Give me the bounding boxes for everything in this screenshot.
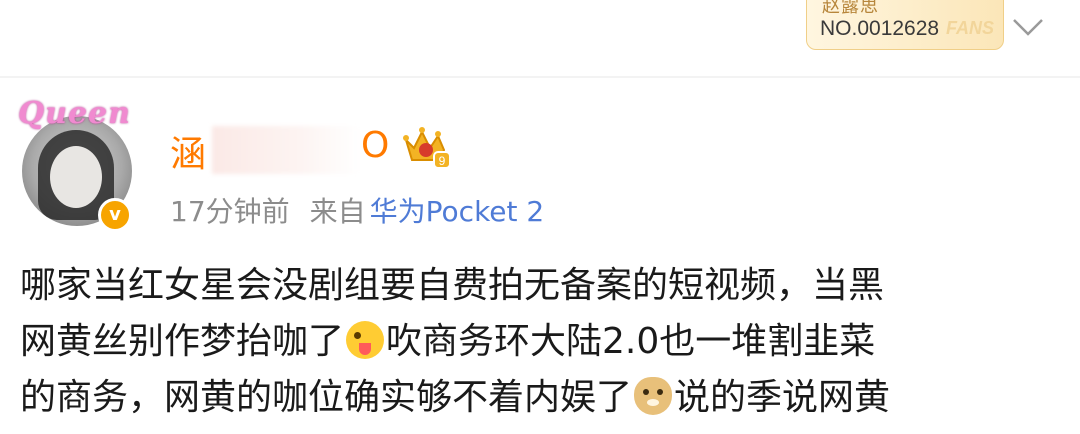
fan-badge-name: 赵露思 xyxy=(822,0,879,17)
post-text: 网黄丝别作梦抬咖了 xyxy=(20,321,345,362)
username-end[interactable]: O xyxy=(361,125,389,166)
post-line-3: 的商务，网黄的咖位确实够不着内娱了 说的季说网黄 xyxy=(20,370,1070,426)
post-source-label: 来自 xyxy=(309,195,366,228)
fan-badge-number: NO.0012628 xyxy=(820,17,940,40)
post-text: 吹商务环大陆2.0也一堆割韭菜 xyxy=(386,321,876,362)
divider xyxy=(0,76,1080,78)
fan-badge[interactable]: 赵露思 NO.0012628 FANS xyxy=(806,0,1006,50)
post-meta: 17分钟前 来自 华为Pocket 2 xyxy=(170,190,544,230)
post-device-link[interactable]: 华为Pocket 2 xyxy=(370,195,545,228)
crown-level-badge-icon[interactable]: 9 xyxy=(400,126,452,170)
post-text: 说的季说网黄 xyxy=(674,377,891,418)
avatar-face xyxy=(50,146,102,208)
post-text: 的商务，网黄的咖位确实够不着内娱了 xyxy=(20,377,633,418)
tongue-out-emoji-icon xyxy=(346,321,385,359)
post-text: 哪家当红女星会没剧组要自费拍无备案的短视频，当黑 xyxy=(20,265,885,306)
doge-emoji-icon xyxy=(634,377,673,415)
post-body: 哪家当红女星会没剧组要自费拍无备案的短视频，当黑 网黄丝别作梦抬咖了 吹商务环大陆… xyxy=(20,258,1070,426)
post-line-2: 网黄丝别作梦抬咖了 吹商务环大陆2.0也一堆割韭菜 xyxy=(20,314,1070,370)
avatar-frame-text: Queen xyxy=(18,96,131,131)
post-time: 17分钟前 xyxy=(170,195,290,228)
username-redacted xyxy=(212,126,360,174)
chevron-down-icon[interactable] xyxy=(1008,12,1048,42)
avatar[interactable]: Queen v xyxy=(18,96,138,236)
verified-badge-icon: v xyxy=(98,198,132,232)
level-number: 9 xyxy=(439,154,446,168)
fan-badge-word: FANS xyxy=(946,18,995,38)
post-line-1: 哪家当红女星会没剧组要自费拍无备案的短视频，当黑 xyxy=(20,258,1070,314)
username-start[interactable]: 涵 xyxy=(170,125,206,177)
